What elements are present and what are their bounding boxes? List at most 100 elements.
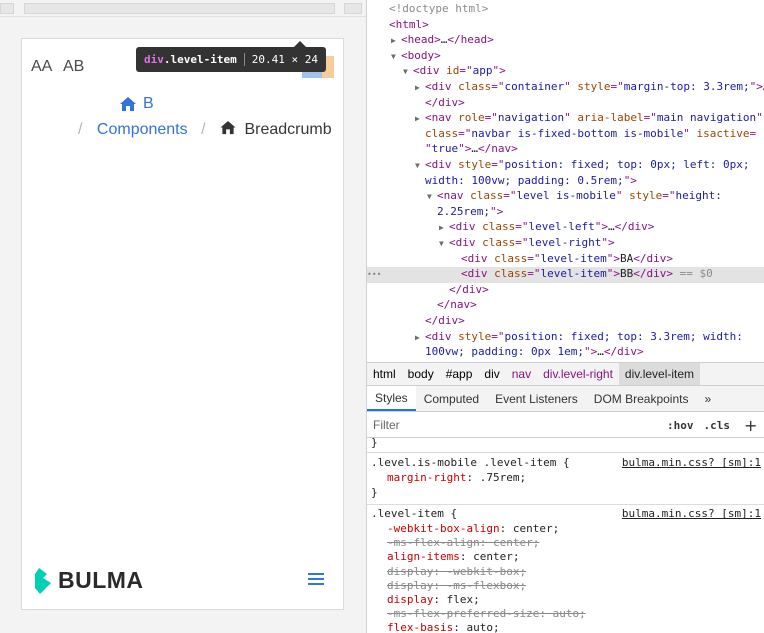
dom-token: width: 100vw; padding: 0.5rem; bbox=[425, 173, 624, 187]
expand-triangle-icon[interactable]: ▶ bbox=[439, 223, 449, 232]
dom-node-line[interactable]: </div> bbox=[367, 96, 764, 112]
tab-dom-breakpoints[interactable]: DOM Breakpoints bbox=[586, 386, 697, 411]
dom-breadcrumb-item[interactable]: div bbox=[478, 363, 505, 385]
dom-node-line[interactable]: 100vw; padding: 0px 1em;">…</div> bbox=[367, 345, 764, 361]
class-toggle[interactable]: .cls bbox=[704, 419, 731, 432]
breadcrumb-link-partial[interactable]: B bbox=[143, 95, 154, 113]
new-style-rule-button[interactable]: + bbox=[744, 416, 757, 435]
tabs-overflow-button[interactable]: » bbox=[696, 386, 719, 411]
style-declaration[interactable]: display: -webkit-box; bbox=[387, 565, 526, 578]
collapse-triangle-icon[interactable]: ▼ bbox=[391, 52, 401, 61]
dom-token: navigation bbox=[497, 111, 565, 125]
tab-computed[interactable]: Computed bbox=[416, 386, 487, 411]
dom-node-line[interactable]: <!doctype html> bbox=[367, 2, 764, 18]
dom-breadcrumb-item[interactable]: body bbox=[402, 363, 440, 385]
dom-token: "> bbox=[492, 64, 506, 78]
dom-node-line[interactable]: ▼ <body> bbox=[367, 49, 764, 65]
dom-token: class bbox=[494, 267, 528, 281]
dom-token: =" bbox=[459, 64, 473, 78]
dom-token: "> bbox=[623, 173, 637, 187]
level-item-ab[interactable]: AB bbox=[63, 58, 84, 76]
dom-node-line[interactable]: ▼ <div id="app"> bbox=[367, 64, 764, 80]
tooltip-class: .level-item bbox=[163, 53, 237, 66]
collapse-triangle-icon[interactable]: ▼ bbox=[403, 67, 413, 76]
dom-node-line[interactable]: 2.25rem;"> bbox=[367, 205, 764, 221]
dom-token: level-left bbox=[528, 220, 595, 234]
expand-triangle-icon[interactable]: ▶ bbox=[415, 83, 425, 92]
dom-token: =" bbox=[527, 251, 541, 265]
dom-node-line[interactable]: <html> bbox=[367, 18, 764, 34]
tooltip-size: 20.41 × 24 bbox=[251, 53, 318, 66]
ruler-segment bbox=[344, 3, 362, 14]
dom-node-line[interactable]: </nav> bbox=[367, 298, 764, 314]
bulma-logo-icon bbox=[35, 567, 51, 594]
style-declaration[interactable]: margin-right: .75rem; bbox=[387, 471, 526, 484]
level-item-aa[interactable]: AA bbox=[31, 58, 52, 76]
dom-token: id bbox=[446, 64, 460, 78]
breadcrumb-link-components[interactable]: Components bbox=[97, 121, 188, 138]
dom-token: </div> bbox=[449, 282, 489, 296]
dom-token: position: fixed; top: 0px; left: 0px; bbox=[504, 158, 750, 171]
dom-breadcrumb-item[interactable]: nav bbox=[506, 363, 537, 385]
dom-node-line[interactable]: width: 100vw; padding: 0.5rem;"> bbox=[367, 174, 764, 190]
dom-token: </div> bbox=[633, 251, 673, 265]
dom-token: <div bbox=[425, 80, 459, 93]
style-declaration[interactable]: align-items: center; bbox=[387, 550, 519, 563]
dom-token: "> bbox=[583, 345, 598, 359]
style-declaration[interactable]: -ms-flex-preferred-size: auto; bbox=[387, 607, 586, 620]
dom-node-line[interactable]: </div> bbox=[367, 283, 764, 299]
style-declaration[interactable]: display: flex; bbox=[387, 593, 480, 606]
expand-triangle-icon[interactable]: ▶ bbox=[415, 114, 425, 123]
hover-state-toggle[interactable]: :hov bbox=[667, 419, 694, 432]
dom-token: style bbox=[577, 80, 611, 93]
dom-node-line[interactable]: "true">…</nav> bbox=[367, 142, 764, 158]
elements-dom-tree[interactable]: <!doctype html> <html> ▶ <head>…</head> ▼ <bo… bbox=[367, 0, 764, 362]
dom-token: <div bbox=[413, 64, 447, 78]
breadcrumb-first-item[interactable]: B bbox=[119, 95, 154, 113]
expand-triangle-icon[interactable]: ▶ bbox=[415, 333, 425, 342]
dom-node-line[interactable]: </div> bbox=[367, 314, 764, 330]
collapse-triangle-icon[interactable]: ▼ bbox=[415, 161, 425, 170]
rule-source-link[interactable]: bulma.min.css? [sm]:1 bbox=[622, 456, 761, 469]
tab-event-listeners[interactable]: Event Listeners bbox=[487, 386, 586, 411]
dom-node-line[interactable]: ▼ <nav class="level is-mobile" style="hei… bbox=[367, 189, 764, 205]
expand-triangle-icon[interactable]: ▶ bbox=[391, 36, 401, 45]
rule-divider bbox=[367, 452, 764, 453]
style-declaration[interactable]: display: -ms-flexbox; bbox=[387, 579, 526, 592]
dom-breadcrumb-item[interactable]: #app bbox=[440, 363, 479, 385]
collapse-triangle-icon[interactable]: ▼ bbox=[427, 192, 437, 201]
dom-node-line[interactable]: class="navbar is-fixed-bottom is-mobile"… bbox=[367, 127, 764, 143]
dom-node-line[interactable]: <div class="level-item">BA</div> bbox=[367, 252, 764, 268]
dom-token: … bbox=[471, 142, 478, 156]
hamburger-menu-button[interactable] bbox=[308, 573, 324, 585]
dom-node-line[interactable]: ▶ <nav role="navigation" aria-label="main… bbox=[367, 111, 764, 127]
styles-filter-input[interactable] bbox=[373, 416, 657, 434]
tooltip-tag: div bbox=[144, 53, 164, 66]
dom-token: </div> bbox=[425, 314, 465, 327]
dom-token: app bbox=[472, 64, 493, 78]
dom-breadcrumb-item[interactable]: div.level-right bbox=[537, 363, 619, 385]
dom-token: "> bbox=[601, 236, 615, 249]
style-declaration[interactable]: -webkit-box-align: center; bbox=[387, 522, 559, 535]
style-declaration[interactable]: flex-basis: auto; bbox=[387, 621, 500, 633]
rule-source-link[interactable]: bulma.min.css? [sm]:1 bbox=[622, 507, 761, 520]
dom-token: =" bbox=[610, 80, 624, 93]
dom-breadcrumb-item[interactable]: html bbox=[367, 363, 402, 385]
dom-node-line[interactable]: ▶ <div style="position: fixed; top: 3.3re… bbox=[367, 330, 764, 346]
dom-node-line[interactable]: ▼ <div class="level-right"> bbox=[367, 236, 764, 252]
breadcrumb-current: Breadcrumb bbox=[244, 121, 332, 138]
dom-token: class bbox=[494, 251, 528, 265]
brand-logo[interactable]: BULMA bbox=[34, 567, 144, 594]
dom-token: <nav bbox=[425, 111, 459, 125]
dom-token: level-item bbox=[540, 267, 607, 281]
style-declaration[interactable]: -ms-flex-align: center; bbox=[387, 536, 539, 549]
dom-breadcrumb-item[interactable]: div.level-item bbox=[618, 363, 701, 385]
dom-node-line[interactable]: ▶ <div class="container" style="margin-to… bbox=[367, 80, 764, 96]
dom-node-line[interactable]: ▼ <div style="position: fixed; top: 0px; … bbox=[367, 158, 764, 174]
collapse-triangle-icon[interactable]: ▼ bbox=[439, 239, 449, 248]
dom-node-selected[interactable]: ••• <div class="level-item">BB</div> == $… bbox=[367, 267, 764, 284]
tab-styles[interactable]: Styles bbox=[367, 386, 416, 411]
brand-name: BULMA bbox=[58, 567, 144, 593]
dom-node-line[interactable]: ▶ <head>…</head> bbox=[367, 33, 764, 49]
dom-node-line[interactable]: ▶ <div class="level-left">…</div> bbox=[367, 220, 764, 236]
